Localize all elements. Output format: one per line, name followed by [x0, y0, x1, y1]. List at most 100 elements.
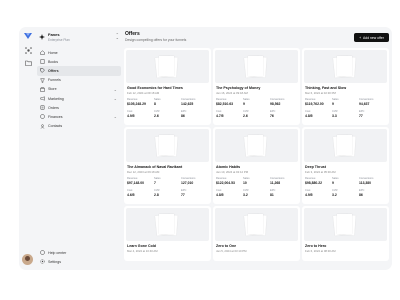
sidebar-item-store[interactable]: Store ⌄: [37, 85, 121, 94]
stat-label: Cost: [305, 189, 311, 192]
plus-icon: +: [359, 35, 362, 40]
offer-stats-row: Revenue $122,004.53 Sales 10 Conversions 11…: [216, 177, 297, 185]
stat-label: Conversions: [181, 177, 196, 180]
book-cover-image: [215, 208, 298, 241]
offer-title: Deep Thrust: [305, 165, 326, 169]
stat-value: 2.8: [154, 192, 159, 197]
icon-rail: [19, 27, 37, 270]
book-cover-image: [304, 50, 387, 83]
stat-label: Conversions: [359, 177, 374, 180]
sidebar-item-finances[interactable]: Finances ⌄: [37, 112, 121, 121]
page-subtitle: Design compelling offers for your funnel…: [125, 38, 187, 42]
stat-value: 9: [243, 101, 245, 106]
sidebar-item-contacts[interactable]: Contacts: [37, 122, 121, 131]
offer-card[interactable]: The Psychology of Money Jan 16, 2024 at …: [213, 48, 300, 125]
sidebar-nav: Home Books Offers Funnels Store ⌄ Market…: [37, 48, 121, 131]
offer-title: Zero to One: [216, 244, 237, 248]
offer-stats-row: Cost 4.6/5 CVR 2.8 EPC 77: [127, 189, 208, 197]
workspace-name: Fanes: [48, 32, 60, 37]
offer-card[interactable]: Zero to One Jan 5, 2024 at 03:10 PM: [213, 206, 300, 261]
stat-label: Revenue: [127, 177, 138, 180]
book-cover-image: [126, 208, 209, 241]
chevron-down-icon: ⌄: [113, 86, 117, 92]
stat-value: 11,268: [270, 180, 281, 185]
stat-value: 2.6: [154, 113, 159, 118]
stat-value: 4.7/5: [216, 113, 224, 118]
book-cover-image: [304, 129, 387, 162]
stat-label: Cost: [127, 110, 133, 113]
stat-label: Sales: [154, 177, 161, 180]
workspace-plan: Enterprise Plan: [48, 38, 70, 42]
offer-card[interactable]: Thinking, Fast and Slow Mar 6, 2024 at 0…: [302, 48, 389, 125]
offer-card[interactable]: Zero to Hero Feb 6, 2024 at 08:30 AM: [302, 206, 389, 261]
sidebar-item-label: Help center: [48, 250, 67, 255]
stat-value: 4.9/5: [127, 113, 135, 118]
stat-value: 8: [154, 101, 156, 106]
folder-icon[interactable]: [24, 59, 32, 67]
sidebar-item-label: Marketing: [48, 96, 64, 101]
sidebar-item-orders[interactable]: Orders: [37, 103, 121, 112]
sidebar-item-books[interactable]: Books: [37, 57, 121, 66]
stat-label: Revenue: [305, 177, 316, 180]
stat-value: $119,762.00: [305, 101, 324, 106]
offer-card[interactable]: Good Economics for Hard Times Feb 12, 20…: [124, 48, 211, 125]
offer-date: Mar 6, 2024 at 02:30 PM: [305, 90, 336, 95]
sidebar-item-label: Finances: [48, 114, 63, 119]
sidebar-item-funnels[interactable]: Funnels: [37, 76, 121, 85]
book-icon: [40, 59, 45, 65]
stat-label: EPC: [359, 110, 365, 113]
sidebar-item-settings[interactable]: Settings: [37, 257, 121, 266]
stat-label: CVR: [332, 110, 338, 113]
offer-title: Good Economics for Hard Times: [127, 86, 183, 90]
stat-label: Revenue: [127, 98, 138, 101]
stat-label: Revenue: [216, 177, 227, 180]
workspace-switcher[interactable]: Fanes Enterprise Plan ⌃ ⌄: [37, 30, 122, 46]
stat-label: CVR: [154, 110, 160, 113]
stat-value: 77: [181, 192, 185, 197]
offer-stats-row: Cost 4.7/5 CVR 2.6 EPC 76: [216, 110, 297, 118]
stat-value: 113,380: [359, 180, 372, 185]
stat-value: 86: [181, 113, 185, 118]
offer-title: The Almanack of Naval Ravikant: [127, 165, 183, 169]
stat-label: Sales: [243, 98, 250, 101]
stat-value: 86: [359, 192, 363, 197]
avatar[interactable]: [22, 254, 33, 265]
offer-title: Learn Gone Cold: [127, 244, 156, 248]
sidebar-item-marketing[interactable]: Marketing ⌄: [37, 94, 121, 103]
offer-card[interactable]: Deep Thrust Feb 3, 2024 at 05:30 AM Reve…: [302, 127, 389, 204]
workspace-logo-icon: [39, 34, 45, 40]
stat-value: 10: [243, 180, 247, 185]
network-icon[interactable]: [24, 46, 32, 54]
add-offer-button[interactable]: + Add new offer: [354, 33, 389, 42]
sidebar-item-offers[interactable]: Offers: [37, 66, 121, 76]
stat-label: CVR: [243, 110, 249, 113]
stat-value: 4.9/5: [305, 192, 313, 197]
add-offer-label: Add new offer: [363, 35, 384, 40]
stat-value: 3.3: [332, 113, 337, 118]
stat-label: CVR: [332, 189, 338, 192]
sidebar-item-help-center[interactable]: Help center: [37, 248, 121, 257]
stat-label: CVR: [243, 189, 249, 192]
offer-card[interactable]: Atomic Habits Jan 10, 2024 at 02:12 PM R…: [213, 127, 300, 204]
main-content: Offers Design compelling offers for your…: [123, 30, 389, 270]
stat-value: 9: [332, 180, 334, 185]
book-cover-image: [126, 129, 209, 162]
sidebar-item-label: Offers: [48, 68, 59, 73]
offer-title: The Psychology of Money: [216, 86, 261, 90]
offer-date: Jan 5, 2024 at 03:10 PM: [216, 248, 247, 253]
offer-card[interactable]: The Almanack of Naval Ravikant Dec 12, 2…: [124, 127, 211, 204]
stat-label: EPC: [181, 189, 187, 192]
offer-stats-row: Revenue $82,510.63 Sales 9 Conversions 98,5…: [216, 98, 297, 106]
stat-value: $122,004.53: [216, 180, 235, 185]
stat-label: EPC: [359, 189, 365, 192]
book-cover-image: [215, 50, 298, 83]
offer-card[interactable]: Learn Gone Cold Mar 4, 2024 at 10:40 AM: [124, 206, 211, 261]
offer-date: Feb 12, 2024 at 09:18 AM: [127, 90, 160, 95]
app-logo-icon[interactable]: [24, 32, 32, 40]
sidebar: Fanes Enterprise Plan ⌃ ⌄ Home Books Offe…: [37, 27, 122, 270]
stat-label: Cost: [216, 189, 222, 192]
offer-date: Feb 6, 2024 at 08:30 AM: [305, 248, 336, 253]
offer-stats-row: Cost 4.9/5 CVR 2.6 EPC 86: [127, 110, 208, 118]
offer-date: Jan 10, 2024 at 02:12 PM: [216, 169, 249, 174]
sidebar-item-home[interactable]: Home: [37, 48, 121, 57]
